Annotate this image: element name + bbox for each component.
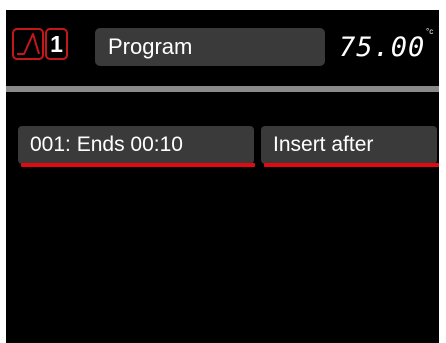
program-step-field[interactable]: 001: Ends 00:10 bbox=[18, 126, 254, 164]
temperature-readout: 75.00 bbox=[339, 32, 426, 63]
ramp-profile-icon[interactable] bbox=[12, 28, 44, 60]
controller-screen: 1 Program 75.00 °c 001: Ends 00:10 Inser… bbox=[6, 10, 439, 343]
header-divider bbox=[6, 86, 439, 92]
screen-title: Program bbox=[95, 28, 325, 66]
insert-after-selection-bar bbox=[264, 163, 439, 167]
program-slot-number[interactable]: 1 bbox=[45, 28, 68, 60]
insert-after-button[interactable]: Insert after bbox=[261, 126, 437, 164]
program-step-selection-bar bbox=[21, 163, 255, 167]
temperature-unit: °c bbox=[426, 27, 434, 36]
